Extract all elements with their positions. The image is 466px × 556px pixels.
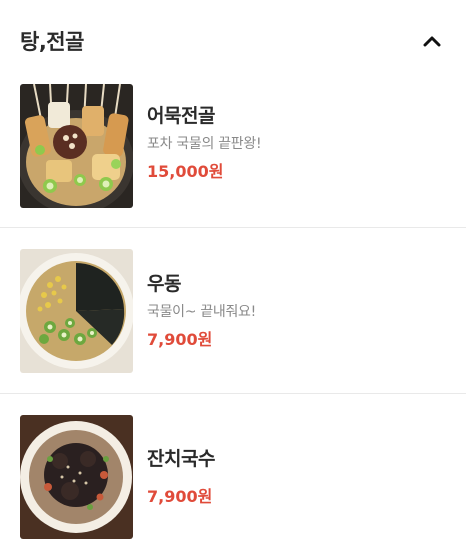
fishcake-hotpot-photo bbox=[20, 84, 133, 208]
menu-item-name: 우동 bbox=[147, 272, 181, 295]
menu-item-price: 7,900원 bbox=[147, 329, 213, 349]
menu-item-description: 국물이~ 끝내줘요! bbox=[147, 303, 256, 320]
menu-item-info: 우동 국물이~ 끝내줘요! 7,900원 bbox=[147, 272, 256, 350]
chevron-up-icon[interactable] bbox=[418, 27, 446, 55]
menu-item-name: 잔치국수 bbox=[147, 448, 215, 470]
section-header[interactable]: 탕,전골 bbox=[0, 0, 466, 82]
section-title: 탕,전골 bbox=[20, 30, 84, 54]
janchi-noodle-photo bbox=[20, 415, 133, 539]
menu-item-janchi-noodle[interactable]: 잔치국수 7,900원 bbox=[0, 394, 466, 556]
menu-item-price: 15,000원 bbox=[147, 162, 224, 181]
menu-list: 어묵전골 포차 국물의 끝판왕! 15,000원 우동 국물이~ 끝내줘요! 7… bbox=[0, 82, 466, 556]
menu-item-price: 7,900원 bbox=[147, 487, 213, 506]
menu-item-info: 어묵전골 포차 국물의 끝판왕! 15,000원 bbox=[147, 104, 262, 182]
menu-item-info: 잔치국수 7,900원 bbox=[147, 447, 215, 507]
menu-item-name: 어묵전골 bbox=[147, 105, 215, 127]
udon-photo bbox=[20, 248, 133, 373]
menu-item-fishcake-hotpot[interactable]: 어묵전골 포차 국물의 끝판왕! 15,000원 bbox=[0, 82, 466, 228]
menu-item-description: 포차 국물의 끝판왕! bbox=[147, 136, 262, 152]
menu-item-udon[interactable]: 우동 국물이~ 끝내줘요! 7,900원 bbox=[0, 228, 466, 394]
